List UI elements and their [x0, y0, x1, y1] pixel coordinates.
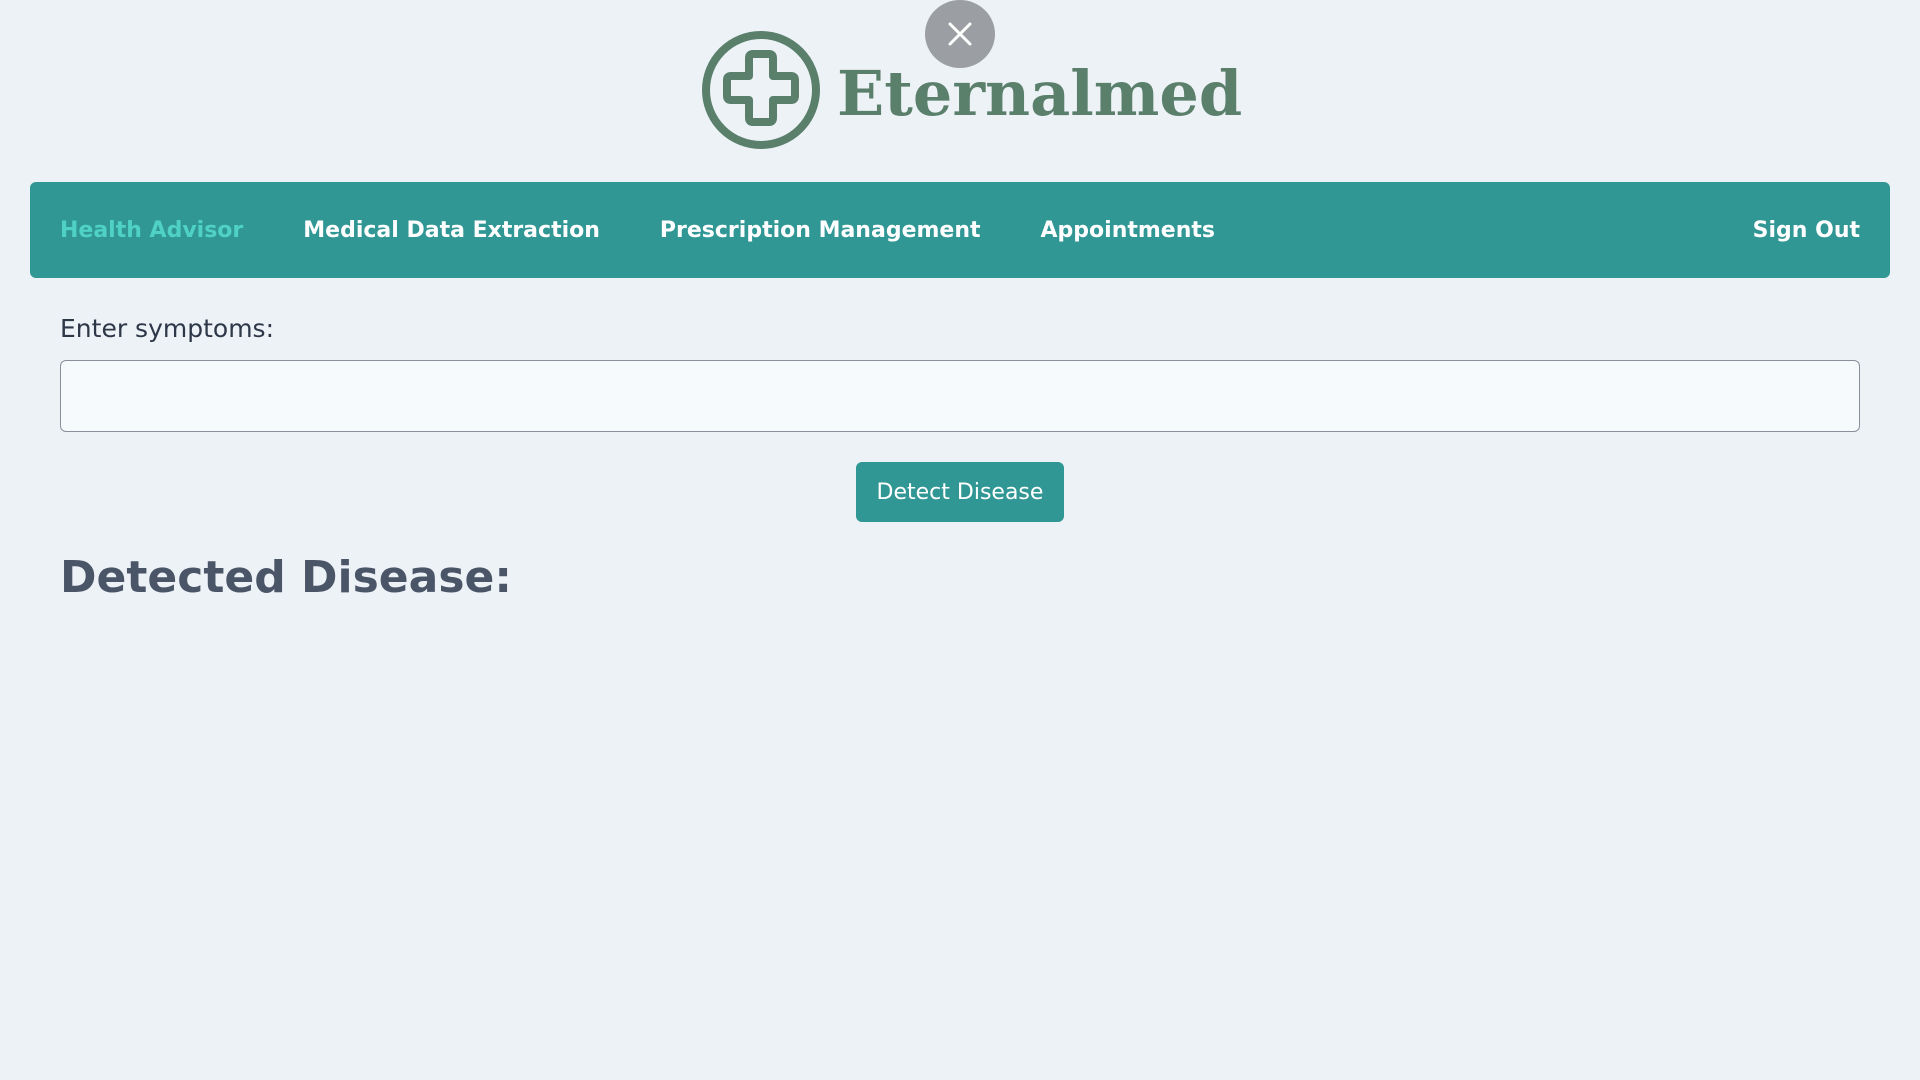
nav-item-appointments[interactable]: Appointments [1041, 218, 1215, 243]
nav-item-health-advisor[interactable]: Health Advisor [60, 218, 243, 243]
detected-disease-heading: Detected Disease: [60, 552, 512, 603]
nav-links: Health Advisor Medical Data Extraction P… [60, 218, 1215, 243]
medical-cross-icon [702, 31, 820, 149]
detect-disease-button[interactable]: Detect Disease [856, 462, 1064, 522]
sign-out-link[interactable]: Sign Out [1753, 218, 1860, 243]
brand-name: Eternalmed [837, 57, 1243, 130]
brand: Eternalmed [701, 29, 1242, 151]
nav-right: Sign Out [1753, 218, 1860, 243]
main-navbar: Health Advisor Medical Data Extraction P… [30, 182, 1890, 278]
nav-item-medical-data-extraction[interactable]: Medical Data Extraction [303, 218, 600, 243]
symptoms-input[interactable] [60, 360, 1860, 432]
symptoms-label: Enter symptoms: [60, 314, 274, 343]
nav-item-prescription-management[interactable]: Prescription Management [660, 218, 981, 243]
